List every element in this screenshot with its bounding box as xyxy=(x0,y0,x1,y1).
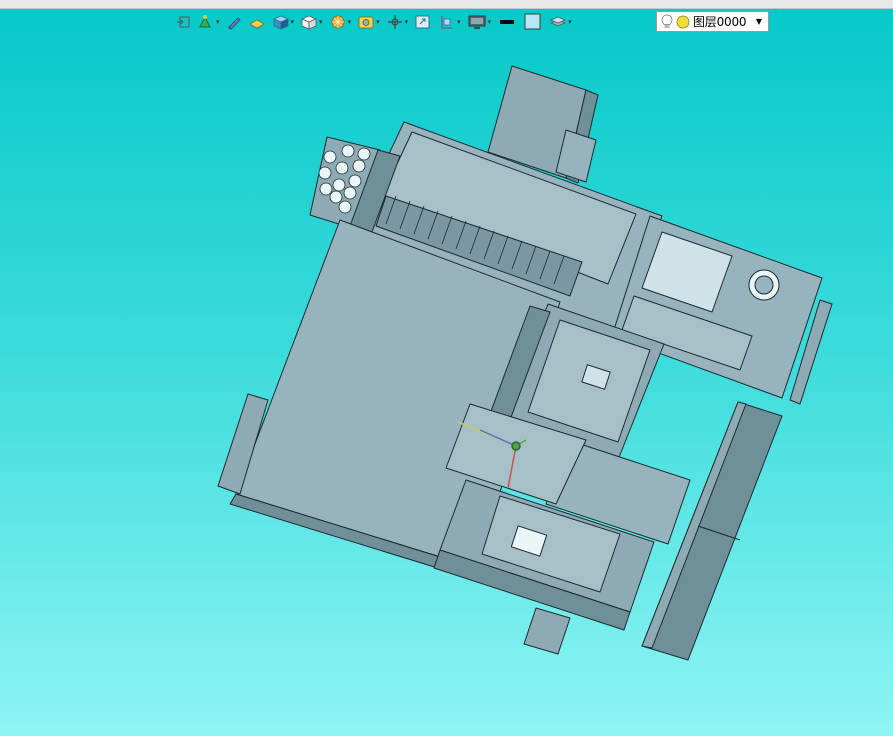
chevron-down-icon: ▾ xyxy=(487,18,492,26)
shaded-cube-icon xyxy=(272,15,289,30)
layer-selector[interactable]: 图层0000 ▼ xyxy=(656,11,769,32)
line-color-icon xyxy=(500,20,515,24)
fill-color-button[interactable] xyxy=(521,11,545,33)
chevron-down-icon: ▾ xyxy=(568,18,572,26)
snap-icon xyxy=(199,15,211,28)
window-top-strip xyxy=(0,0,893,9)
plane-button[interactable] xyxy=(246,11,268,33)
chevron-down-icon: ▾ xyxy=(376,18,380,26)
3d-viewport[interactable] xyxy=(0,34,893,736)
view-toolbar: ▾ ▾ ▾ ▾ ▾ ▾ ▾ ▾ ▾ xyxy=(173,11,574,33)
layers-button[interactable]: ▾ xyxy=(547,11,574,33)
pen-button[interactable] xyxy=(224,11,244,33)
chevron-down-icon: ▾ xyxy=(319,18,323,26)
section-icon xyxy=(441,16,453,29)
chevron-down-icon: ▾ xyxy=(457,18,461,26)
sun-icon xyxy=(676,15,690,28)
layer-name: 图层0000 xyxy=(693,15,747,29)
frame-icon xyxy=(177,16,190,28)
render-style-icon xyxy=(331,15,344,29)
pen-icon xyxy=(227,17,241,30)
fill-color-icon xyxy=(524,13,541,30)
axis-button[interactable]: ▾ xyxy=(384,11,411,33)
layers-icon xyxy=(550,16,567,27)
axis-icon xyxy=(387,15,402,29)
shaded-cube-button[interactable]: ▾ xyxy=(270,11,297,33)
snap-button[interactable]: ▾ xyxy=(195,11,222,33)
chevron-down-icon: ▾ xyxy=(216,18,220,26)
line-color-button[interactable] xyxy=(495,11,519,33)
camera-icon xyxy=(358,16,374,29)
render-style-button[interactable]: ▾ xyxy=(327,11,354,33)
chevron-down-icon: ▾ xyxy=(290,18,295,26)
lightbulb-icon xyxy=(661,14,673,28)
chevron-down-icon: ▾ xyxy=(404,18,409,26)
chevron-down-icon: ▾ xyxy=(347,18,352,26)
white-cube-button[interactable]: ▾ xyxy=(298,11,325,33)
monitor-icon xyxy=(468,15,486,29)
model-canvas xyxy=(217,65,833,661)
zoom-fit-icon xyxy=(415,15,430,29)
white-cube-icon xyxy=(301,15,318,30)
section-button[interactable]: ▾ xyxy=(436,11,463,33)
view-frame-button[interactable] xyxy=(173,11,193,33)
dropdown-arrow-icon[interactable]: ▼ xyxy=(750,12,768,31)
zoom-fit-button[interactable] xyxy=(412,11,434,33)
plane-icon xyxy=(248,19,265,29)
camera-button[interactable]: ▾ xyxy=(355,11,382,33)
monitor-button[interactable]: ▾ xyxy=(465,11,494,33)
